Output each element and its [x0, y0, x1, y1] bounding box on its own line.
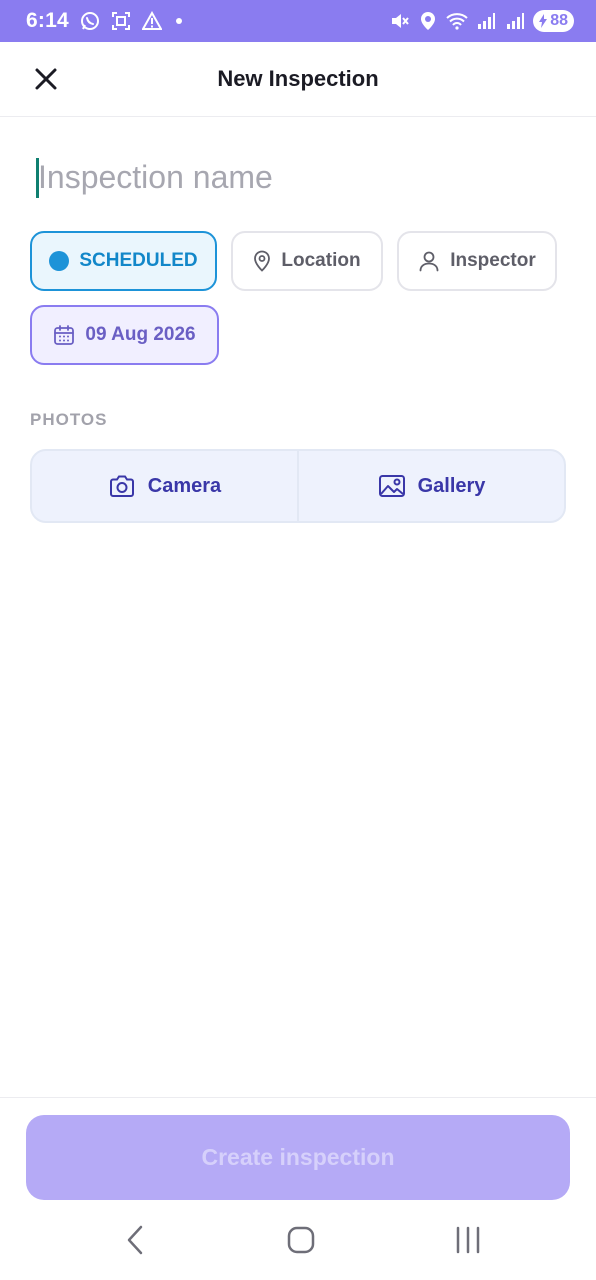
footer-divider [0, 1097, 596, 1098]
wifi-icon [446, 10, 468, 32]
system-nav-bar [0, 1200, 596, 1280]
screenshot-icon [110, 10, 132, 32]
location-chip-label: Location [281, 250, 361, 271]
location-chip[interactable]: Location [231, 231, 383, 291]
location-pin-icon [254, 250, 271, 272]
status-time: 6:14 [26, 9, 69, 32]
status-chip[interactable]: SCHEDULED [30, 231, 217, 291]
nav-recents-button[interactable] [443, 1220, 493, 1260]
inspector-chip-label: Inspector [450, 250, 536, 271]
signal-icon-2 [504, 10, 526, 32]
status-left-icons [79, 10, 182, 32]
signal-icon [475, 10, 497, 32]
gallery-icon [378, 475, 405, 497]
close-button[interactable] [30, 63, 62, 95]
nav-home-button[interactable] [276, 1220, 326, 1260]
nav-back-button[interactable] [110, 1220, 160, 1260]
new-inspection-screen: 6:14 88 New Inspection Inspection name S… [0, 0, 596, 1280]
inspection-name-input[interactable] [36, 152, 556, 202]
home-icon [287, 1226, 315, 1254]
close-icon [35, 68, 57, 90]
camera-button-label: Camera [147, 474, 222, 497]
status-chip-label: SCHEDULED [79, 250, 198, 271]
location-icon [417, 10, 439, 32]
back-icon [127, 1225, 143, 1255]
page-title: New Inspection [217, 66, 379, 91]
alert-icon [141, 10, 163, 32]
create-inspection-button[interactable]: Create inspection [26, 1115, 570, 1200]
recents-icon [456, 1226, 480, 1254]
notification-dot-icon [175, 18, 182, 24]
camera-button[interactable]: Camera [32, 451, 297, 521]
photos-section-label: PHOTOS [30, 410, 108, 429]
status-right-icons: 88 [388, 10, 574, 32]
whatsapp-icon [79, 10, 101, 32]
battery-level: 88 [550, 12, 568, 29]
gallery-button-label: Gallery [417, 474, 486, 497]
person-icon [419, 251, 439, 272]
camera-icon [109, 475, 134, 497]
inspector-chip[interactable]: Inspector [397, 231, 557, 291]
gallery-button[interactable]: Gallery [299, 451, 564, 521]
status-dot-icon [49, 251, 70, 271]
date-chip-label: 09 Aug 2026 [85, 324, 196, 345]
date-chip[interactable]: 09 Aug 2026 [30, 305, 219, 365]
status-bar: 6:14 88 [0, 0, 596, 42]
inspection-name-field [36, 152, 556, 202]
calendar-icon [54, 325, 75, 345]
photo-source-selector: Camera Gallery [30, 449, 566, 523]
battery-icon: 88 [533, 10, 574, 32]
text-caret [36, 158, 39, 198]
app-header: New Inspection [0, 42, 596, 117]
mute-icon [388, 10, 410, 32]
